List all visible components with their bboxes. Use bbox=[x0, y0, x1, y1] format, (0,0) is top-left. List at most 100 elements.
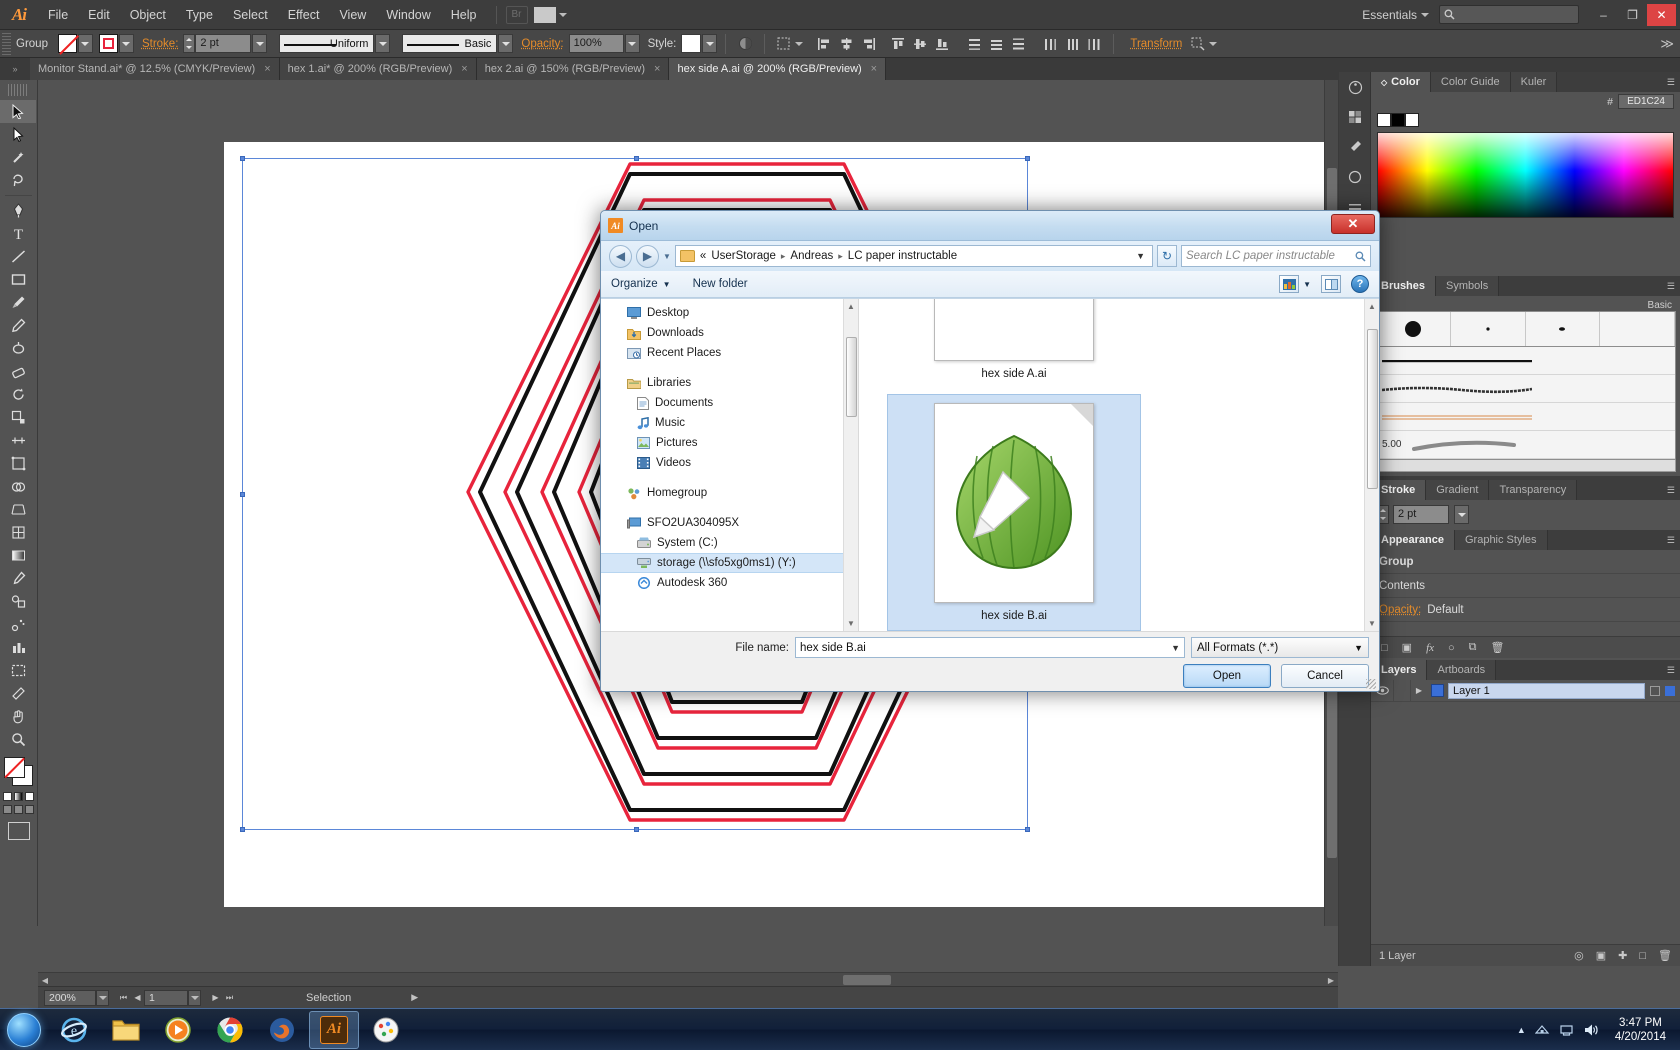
align-center-horizontal-icon[interactable] bbox=[836, 34, 856, 54]
next-artboard-button[interactable]: ▶ bbox=[209, 990, 222, 1006]
dialog-search-input[interactable]: Search LC paper instructable bbox=[1181, 245, 1371, 267]
artboard-number-input[interactable]: 1 bbox=[144, 989, 188, 1006]
tab-kuler[interactable]: Kuler bbox=[1510, 72, 1558, 92]
artboard-tool[interactable] bbox=[0, 659, 36, 682]
clear-appearance-icon[interactable]: ○ bbox=[1448, 642, 1455, 654]
delete-item-icon[interactable]: 🗑 bbox=[1491, 641, 1505, 654]
distribute-left-icon[interactable] bbox=[1040, 34, 1060, 54]
brush-row-charcoal[interactable] bbox=[1376, 375, 1675, 403]
create-sublayer-icon[interactable]: ✚ bbox=[1618, 949, 1627, 962]
none-swatch[interactable] bbox=[1377, 113, 1391, 127]
address-breadcrumb-bar[interactable]: « UserStorage ▸ Andreas ▸ LC paper instr… bbox=[674, 245, 1153, 267]
breadcrumb-andreas[interactable]: Andreas bbox=[790, 250, 833, 262]
organize-button[interactable]: Organize ▼ bbox=[611, 278, 671, 290]
scroll-left-icon[interactable]: ◀ bbox=[38, 973, 52, 987]
align-to-selection-icon[interactable] bbox=[774, 34, 794, 54]
last-artboard-button[interactable]: ⏭ bbox=[223, 990, 236, 1006]
scroll-right-icon[interactable]: ▶ bbox=[1324, 973, 1338, 987]
tab-close-icon[interactable]: × bbox=[654, 63, 660, 75]
opacity-link-label[interactable]: Opacity: bbox=[1379, 604, 1421, 616]
file-format-select[interactable]: All Formats (*.*) ▼ bbox=[1191, 637, 1369, 658]
nav-item-music[interactable]: Music bbox=[601, 413, 858, 433]
nav-item-pictures[interactable]: Pictures bbox=[601, 433, 858, 453]
scrollbar-thumb[interactable] bbox=[846, 337, 857, 417]
brush-preset-dot-oval[interactable] bbox=[1526, 312, 1601, 346]
stroke-weight-stepper[interactable] bbox=[183, 34, 196, 53]
tab-graphic-styles[interactable]: Graphic Styles bbox=[1454, 530, 1548, 550]
bridge-icon[interactable]: Br bbox=[505, 5, 528, 24]
layer-name-label[interactable]: Layer 1 bbox=[1448, 682, 1645, 699]
align-options-chevron-down-icon[interactable] bbox=[795, 41, 804, 46]
scroll-up-icon[interactable]: ▲ bbox=[844, 299, 858, 314]
stroke-dropdown[interactable] bbox=[118, 34, 134, 53]
none-button[interactable] bbox=[25, 792, 34, 801]
zoom-level-input[interactable]: 200% bbox=[44, 989, 96, 1006]
cancel-button[interactable]: Cancel bbox=[1281, 664, 1369, 688]
stroke-weight-input[interactable]: 2 pt bbox=[195, 34, 252, 53]
layer-target-icon[interactable] bbox=[1650, 685, 1660, 696]
add-effect-icon[interactable]: fx bbox=[1426, 642, 1434, 654]
nav-item-recent-places[interactable]: Recent Places bbox=[601, 343, 858, 363]
brush-row-art-orange[interactable] bbox=[1376, 403, 1675, 431]
file-item-hex-side-b[interactable]: hex side B.ai bbox=[887, 394, 1141, 631]
rotate-tool[interactable] bbox=[0, 383, 36, 406]
menu-help[interactable]: Help bbox=[441, 0, 487, 30]
nav-item-system-c[interactable]: System (C:) bbox=[601, 533, 858, 553]
color-panel-icon[interactable] bbox=[1339, 72, 1371, 102]
slice-tool[interactable] bbox=[0, 682, 36, 705]
tab-color-guide[interactable]: Color Guide bbox=[1430, 72, 1511, 92]
stroke-swatch[interactable] bbox=[98, 34, 118, 53]
forward-button[interactable]: ▶ bbox=[636, 244, 659, 268]
recolor-artwork-icon[interactable] bbox=[735, 34, 755, 54]
swatches-panel-icon[interactable] bbox=[1339, 102, 1371, 132]
control-bar-grip[interactable] bbox=[2, 32, 11, 55]
color-panel-menu-icon[interactable]: ☰ bbox=[1667, 72, 1680, 92]
nav-item-downloads[interactable]: Downloads bbox=[601, 323, 858, 343]
menu-file[interactable]: File bbox=[38, 0, 78, 30]
delete-layer-icon[interactable]: 🗑 bbox=[1658, 949, 1672, 962]
view-mode-button[interactable]: ▼ bbox=[1279, 275, 1311, 293]
tab-hex-1[interactable]: hex 1.ai* @ 200% (RGB/Preview) × bbox=[279, 58, 477, 80]
taskbar-paint[interactable] bbox=[361, 1011, 411, 1049]
taskbar-illustrator[interactable]: Ai bbox=[309, 1010, 359, 1049]
tab-bar-grip[interactable]: » bbox=[0, 58, 30, 80]
lock-toggle-icon[interactable] bbox=[1393, 679, 1411, 702]
tab-symbols[interactable]: Symbols bbox=[1436, 276, 1500, 296]
rectangle-tool[interactable] bbox=[0, 268, 36, 291]
navigation-pane[interactable]: Desktop Downloads Recent Places Librarie… bbox=[601, 299, 859, 631]
scale-tool[interactable] bbox=[0, 406, 36, 429]
opacity-label[interactable]: Opacity: bbox=[521, 38, 563, 50]
dialog-close-button[interactable]: ✕ bbox=[1331, 214, 1375, 234]
open-file-dialog[interactable]: Ai Open ✕ ◀ ▶ ▼ « UserStorage ▸ Andreas … bbox=[600, 210, 1380, 692]
align-bottom-icon[interactable] bbox=[932, 34, 952, 54]
status-menu-chevron-icon[interactable]: ▶ bbox=[411, 992, 418, 1003]
maximize-button[interactable]: ❐ bbox=[1618, 4, 1647, 26]
stroke-panel-menu-icon[interactable]: ☰ bbox=[1667, 480, 1680, 500]
brush-preset-empty[interactable] bbox=[1600, 312, 1675, 346]
expand-layer-chevron-icon[interactable]: ▶ bbox=[1411, 686, 1427, 695]
tab-close-icon[interactable]: × bbox=[264, 63, 270, 75]
address-chevron-down-icon[interactable]: ▼ bbox=[1136, 251, 1148, 261]
search-input[interactable] bbox=[1439, 5, 1579, 24]
distribute-bottom-icon[interactable] bbox=[1008, 34, 1028, 54]
menu-type[interactable]: Type bbox=[176, 0, 223, 30]
arrange-documents-button[interactable] bbox=[533, 6, 567, 23]
appearance-panel-menu-icon[interactable]: ☰ bbox=[1667, 530, 1680, 550]
perspective-grid-tool[interactable] bbox=[0, 498, 36, 521]
screen-mode-button[interactable] bbox=[7, 822, 30, 840]
appearance-row-group[interactable]: Group bbox=[1371, 550, 1680, 574]
menu-effect[interactable]: Effect bbox=[278, 0, 330, 30]
taskbar-chrome[interactable] bbox=[205, 1011, 255, 1049]
width-tool[interactable] bbox=[0, 429, 36, 452]
breadcrumb-userstorage[interactable]: UserStorage bbox=[711, 250, 776, 262]
eraser-tool[interactable] bbox=[0, 360, 36, 383]
white-swatch[interactable] bbox=[1405, 113, 1419, 127]
transform-link[interactable]: Transform bbox=[1130, 38, 1182, 50]
menu-select[interactable]: Select bbox=[223, 0, 278, 30]
menu-object[interactable]: Object bbox=[120, 0, 176, 30]
file-name-chevron-down-icon[interactable]: ▼ bbox=[1171, 643, 1180, 653]
start-button[interactable] bbox=[0, 1010, 48, 1050]
tray-expand-icon[interactable]: ▲ bbox=[1517, 1025, 1526, 1035]
free-transform-tool[interactable] bbox=[0, 452, 36, 475]
distribute-top-icon[interactable] bbox=[964, 34, 984, 54]
